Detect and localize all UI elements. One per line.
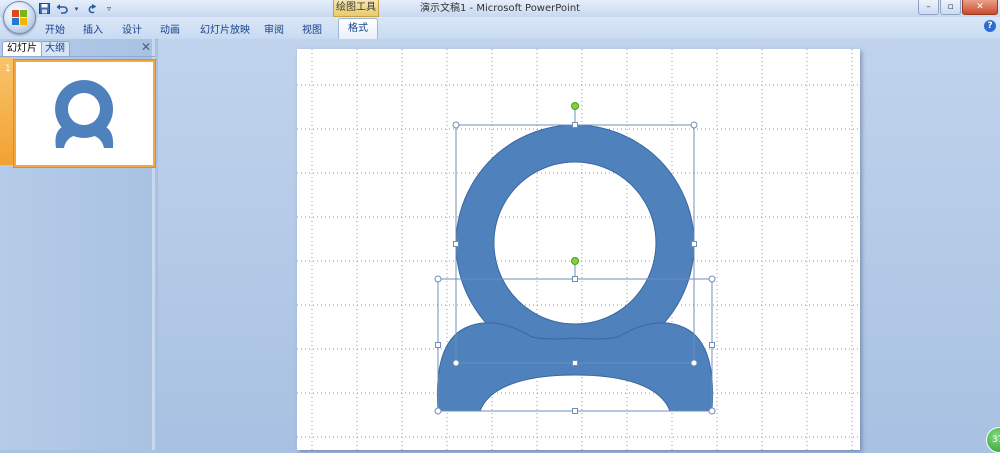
slide-canvas[interactable] xyxy=(297,49,860,450)
tab-outline[interactable]: 大纲 xyxy=(40,41,70,56)
title-bar: ▾ ▿ 绘图工具 演示文稿1 - Microsoft PowerPoint – … xyxy=(0,0,1000,18)
tab-slideshow[interactable]: 幻灯片放映 xyxy=(200,21,250,36)
thumbnail-user-icon xyxy=(55,80,114,148)
slide-number: 1 xyxy=(5,64,11,74)
minimize-button[interactable]: – xyxy=(918,0,939,15)
slide-content xyxy=(297,49,860,450)
shoulder-rotation-handle[interactable] xyxy=(571,257,579,265)
tab-design[interactable]: 设计 xyxy=(122,21,142,36)
office-button[interactable] xyxy=(3,1,36,34)
undo-dropdown-icon[interactable]: ▾ xyxy=(74,3,79,15)
quick-access-toolbar: ▾ ▿ xyxy=(38,2,115,15)
undo-icon[interactable] xyxy=(56,3,68,15)
tab-format[interactable]: 格式 xyxy=(338,18,378,39)
tab-animation[interactable]: 动画 xyxy=(160,21,180,36)
maximize-button[interactable]: ▫ xyxy=(940,0,961,15)
tab-slides[interactable]: 幻灯片 xyxy=(2,41,42,56)
tab-insert[interactable]: 插入 xyxy=(83,21,103,36)
ring-rotation-handle[interactable] xyxy=(571,102,579,110)
tab-review[interactable]: 审阅 xyxy=(264,21,284,36)
panel-tabs: 幻灯片 大纲 ✕ xyxy=(0,39,155,57)
slide-thumbnail[interactable] xyxy=(14,60,155,167)
window-controls: – ▫ ✕ xyxy=(918,0,998,15)
close-icon[interactable]: ✕ xyxy=(141,40,151,54)
grid-lines xyxy=(297,49,860,450)
close-button[interactable]: ✕ xyxy=(962,0,998,15)
redo-icon[interactable] xyxy=(85,3,97,15)
save-icon[interactable] xyxy=(38,3,50,15)
thumbnail-selection-bar xyxy=(0,58,14,165)
office-logo-icon xyxy=(12,10,27,25)
customize-icon[interactable]: ▿ xyxy=(103,3,115,15)
tab-view[interactable]: 视图 xyxy=(302,21,322,36)
window-title: 演示文稿1 - Microsoft PowerPoint xyxy=(420,3,581,14)
ribbon-tabs: 开始 插入 设计 动画 幻灯片放映 审阅 视图 格式 ? xyxy=(0,17,1000,40)
slides-panel: 幻灯片 大纲 ✕ 1 xyxy=(0,39,155,450)
tab-home[interactable]: 开始 xyxy=(45,21,65,36)
drawing-tools-context-tab: 绘图工具 xyxy=(333,0,379,17)
help-icon[interactable]: ? xyxy=(984,20,996,32)
